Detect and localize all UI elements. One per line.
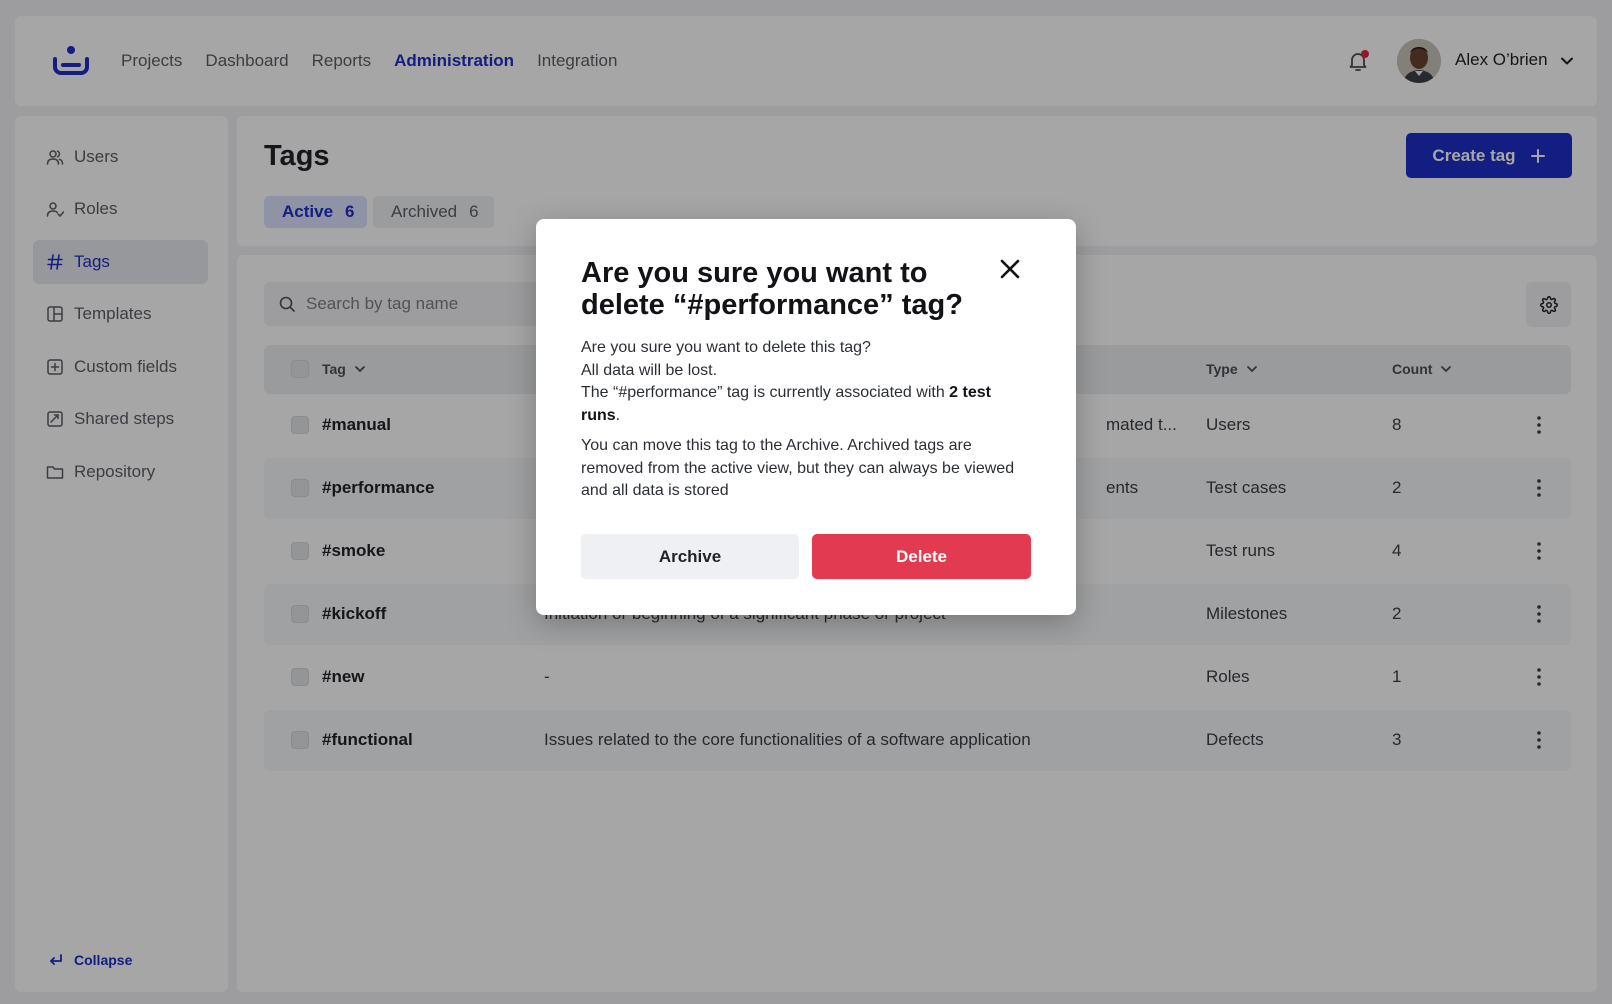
dialog-assoc-prefix: The “#performance” tag is currently asso… bbox=[581, 384, 950, 401]
dialog-line-1: Are you sure you want to delete this tag… bbox=[581, 339, 871, 356]
dialog-line-2: All data will be lost. bbox=[581, 361, 718, 379]
close-icon[interactable] bbox=[996, 255, 1024, 283]
dialog-archive-text: You can move this tag to the Archive. Ar… bbox=[581, 437, 1015, 499]
app: Projects Dashboard Reports Administratio… bbox=[0, 0, 1612, 1004]
dialog-assoc-suffix: . bbox=[615, 406, 621, 424]
delete-tag-dialog: Are you sure you want to delete “#perfor… bbox=[536, 219, 1076, 615]
dialog-body: Are you sure you want to delete this tag… bbox=[581, 337, 1031, 503]
dialog-title: Are you sure you want to delete “#perfor… bbox=[581, 257, 963, 321]
archive-button[interactable]: Archive bbox=[581, 534, 799, 579]
delete-button[interactable]: Delete bbox=[812, 534, 1031, 579]
